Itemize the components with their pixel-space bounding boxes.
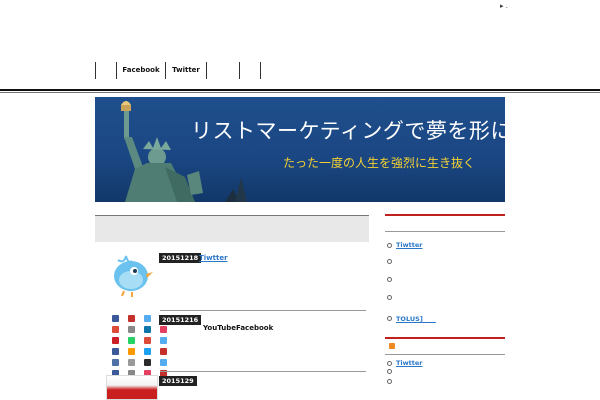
social-share-icon[interactable] [112,315,119,322]
social-share-icon[interactable] [128,337,135,344]
social-share-icon[interactable] [160,326,167,333]
post-divider [160,310,366,311]
bullet-icon [387,295,392,300]
post-title[interactable]: YouTubeFacebook [203,324,273,332]
bullet-icon [387,379,392,384]
post-title-link[interactable]: Tiwtter [199,254,228,262]
bullet-icon [387,242,392,248]
social-share-icon[interactable] [160,348,167,355]
social-share-icon[interactable] [128,359,135,366]
sidebar-item[interactable]: TOLUS] [387,313,436,323]
rss-icon[interactable] [389,343,395,349]
social-share-icon[interactable] [144,315,151,322]
sidebar-item[interactable] [387,277,396,282]
sidebar-section-header [385,214,505,232]
social-share-icon[interactable] [144,326,151,333]
header-rule-thin [0,92,600,93]
ad-banner-image[interactable] [106,375,158,400]
sidebar-section-header [385,337,505,355]
sidebar-item[interactable] [387,259,396,264]
bullet-icon [387,277,392,282]
social-share-icon[interactable] [112,348,119,355]
banner-title: リストマーケティングで夢を形に [191,119,505,143]
post-date: 2015129 [159,376,197,386]
header-banner[interactable]: リストマーケティングで夢を形に たった一度の人生を強烈に生き抜く [95,97,505,202]
sidebar-item[interactable] [387,379,396,384]
bullet-icon [387,369,392,374]
social-share-icon[interactable] [160,337,167,344]
bullet-icon [387,259,392,264]
post-date: 20151216 [159,315,202,325]
social-share-icon[interactable] [128,348,135,355]
social-share-icon[interactable] [112,359,119,366]
sidebar-item[interactable] [387,369,396,374]
nav-item-facebook[interactable]: Facebook [117,62,165,79]
social-share-icon[interactable] [112,326,119,333]
bullet-icon [387,315,392,321]
social-share-icon[interactable] [160,359,167,366]
nav-divider [260,62,261,79]
top-corner-mark: ▸ . [500,2,508,10]
sidebar-item[interactable]: Tiwtter [387,241,423,249]
statue-of-liberty-image [121,101,247,202]
social-share-icon[interactable] [128,326,135,333]
post-date: 20151218 [159,253,202,263]
bullet-icon [387,360,392,366]
nav-item-twitter[interactable]: Twitter [166,62,206,79]
sidebar-item[interactable]: Tiwtter [387,359,423,367]
social-share-icon[interactable] [144,359,151,366]
header-rule [0,89,600,91]
nav-item-4[interactable] [207,62,239,79]
twitter-bird-icon[interactable] [108,252,154,298]
global-nav: Facebook Twitter [95,62,261,79]
social-share-icon[interactable] [144,348,151,355]
nav-item-home[interactable] [96,62,116,79]
social-share-icon[interactable] [112,337,119,344]
content-header-box [95,215,369,242]
banner-subtitle: たった一度の人生を強烈に生き抜く [283,156,476,170]
nav-item-5[interactable] [240,62,260,79]
sidebar-item[interactable] [387,295,396,300]
post-divider [160,371,366,372]
social-share-icon[interactable] [128,315,135,322]
social-share-icon[interactable] [144,337,151,344]
